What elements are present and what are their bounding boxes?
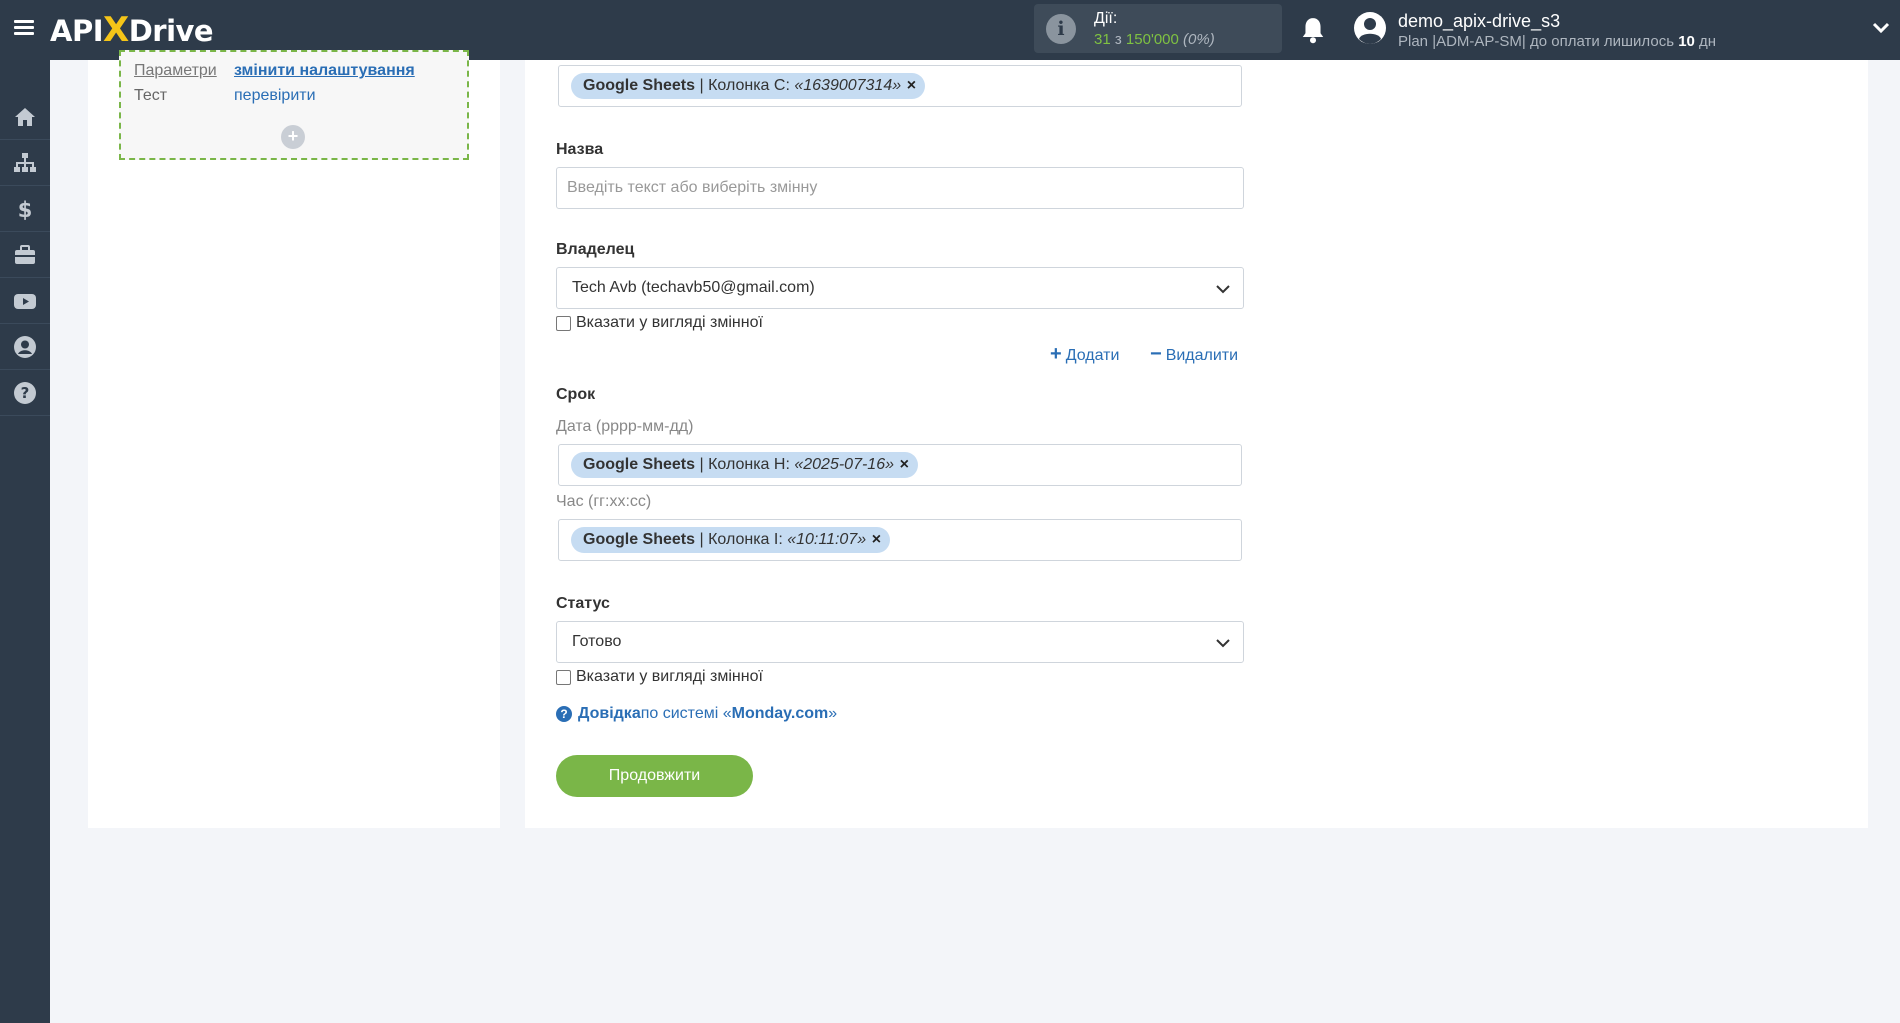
- sidebar-item-video[interactable]: [0, 278, 50, 324]
- sidebar-item-connections[interactable]: [0, 140, 50, 186]
- help-icon: ?: [14, 381, 36, 404]
- svg-text:$: $: [18, 198, 33, 221]
- checkbox[interactable]: [556, 669, 571, 685]
- remove-owner-button[interactable]: − Видалити: [1150, 343, 1238, 366]
- help-link[interactable]: ? Довідка по системі «Monday.com»: [556, 705, 837, 723]
- step-row-test: Тест перевірити: [134, 87, 316, 105]
- status-as-variable[interactable]: Вказати у вигляді змінної: [556, 668, 763, 686]
- remove-tag-icon[interactable]: ×: [900, 452, 909, 478]
- date-field[interactable]: Google Sheets | Колонка H: «2025-07-16» ×: [558, 444, 1242, 486]
- name-input[interactable]: Введіть текст або виберіть змінну: [556, 167, 1244, 209]
- step-label: Тест: [134, 87, 168, 104]
- sidebar-item-home[interactable]: [0, 94, 50, 140]
- settings-form: Google Sheets | Колонка C: «1639007314» ×…: [525, 60, 1868, 828]
- step-label: Параметри: [134, 62, 217, 79]
- change-settings-link[interactable]: змінити налаштування: [234, 62, 415, 79]
- continue-button[interactable]: Продовжити: [556, 755, 753, 797]
- time-label: Час (гг:хх:сс): [556, 493, 652, 510]
- step-row-params: Параметри змінити налаштування: [134, 62, 415, 80]
- chevron-down-icon[interactable]: [1872, 21, 1890, 35]
- time-field[interactable]: Google Sheets | Колонка I: «10:11:07» ×: [558, 519, 1242, 561]
- status-value: Готово: [572, 633, 622, 650]
- add-step-button[interactable]: +: [281, 125, 305, 149]
- name-placeholder: Введіть текст або виберіть змінну: [567, 179, 818, 196]
- svg-text:?: ?: [21, 384, 30, 402]
- apix-drive-logo[interactable]: APIXDrive: [50, 10, 214, 50]
- chevron-down-icon: [1216, 639, 1230, 648]
- date-label: Дата (рррр-мм-дд): [556, 418, 694, 435]
- remove-tag-icon[interactable]: ×: [907, 73, 916, 99]
- sidebar-item-help[interactable]: ?: [0, 370, 50, 416]
- home-icon: [15, 107, 35, 126]
- remove-tag-icon[interactable]: ×: [872, 527, 881, 553]
- question-icon: ?: [556, 706, 572, 722]
- owner-as-variable[interactable]: Вказати у вигляді змінної: [556, 314, 763, 332]
- youtube-icon: [14, 293, 36, 309]
- actions-count: 31 з 150'000 (0%): [1094, 31, 1215, 48]
- add-owner-button[interactable]: + Додати: [1050, 343, 1119, 366]
- status-select[interactable]: Готово: [556, 621, 1244, 663]
- menu-icon[interactable]: [14, 20, 34, 36]
- info-icon: i: [1046, 14, 1076, 44]
- user-plan: Plan |ADM-AP-SM| до оплати лишилось 10 д…: [1398, 33, 1717, 50]
- sidebar-item-services[interactable]: [0, 232, 50, 278]
- minus-icon: −: [1150, 343, 1162, 365]
- variable-tag[interactable]: Google Sheets | Колонка I: «10:11:07» ×: [571, 527, 891, 553]
- name-label: Назва: [556, 141, 604, 158]
- sidebar-item-billing[interactable]: $: [0, 186, 50, 232]
- avatar[interactable]: [1353, 11, 1387, 45]
- dollar-icon: $: [18, 198, 33, 221]
- plus-icon: +: [1050, 343, 1062, 365]
- checkbox[interactable]: [556, 315, 571, 331]
- checkbox-label: Вказати у вигляді змінної: [576, 314, 763, 331]
- column-field[interactable]: Google Sheets | Колонка C: «1639007314» ×: [558, 65, 1242, 107]
- deadline-label: Срок: [556, 386, 596, 403]
- sidebar-item-profile[interactable]: [0, 324, 50, 370]
- owner-value: Tech Avb (techavb50@gmail.com): [572, 279, 815, 296]
- variable-tag[interactable]: Google Sheets | Колонка C: «1639007314» ×: [571, 73, 926, 99]
- chevron-down-icon: [1216, 285, 1230, 294]
- user-name[interactable]: demo_apix-drive_s3: [1398, 11, 1560, 32]
- actions-label: Дії:: [1094, 10, 1118, 27]
- sidebar: $ ?: [0, 60, 50, 1023]
- owner-select[interactable]: Tech Avb (techavb50@gmail.com): [556, 267, 1244, 309]
- briefcase-icon: [15, 244, 35, 264]
- actions-counter: i Дії: 31 з 150'000 (0%): [1034, 4, 1282, 53]
- check-link[interactable]: перевірити: [234, 87, 316, 104]
- sitemap-icon: [14, 152, 36, 172]
- status-label: Статус: [556, 595, 610, 612]
- connection-steps-panel: Параметри змінити налаштування Тест переві…: [88, 50, 500, 828]
- bell-icon[interactable]: [1300, 16, 1326, 44]
- owner-label: Владелец: [556, 241, 635, 258]
- checkbox-label: Вказати у вигляді змінної: [576, 668, 763, 685]
- user-icon: [14, 335, 36, 358]
- variable-tag[interactable]: Google Sheets | Колонка H: «2025-07-16» ×: [571, 452, 918, 478]
